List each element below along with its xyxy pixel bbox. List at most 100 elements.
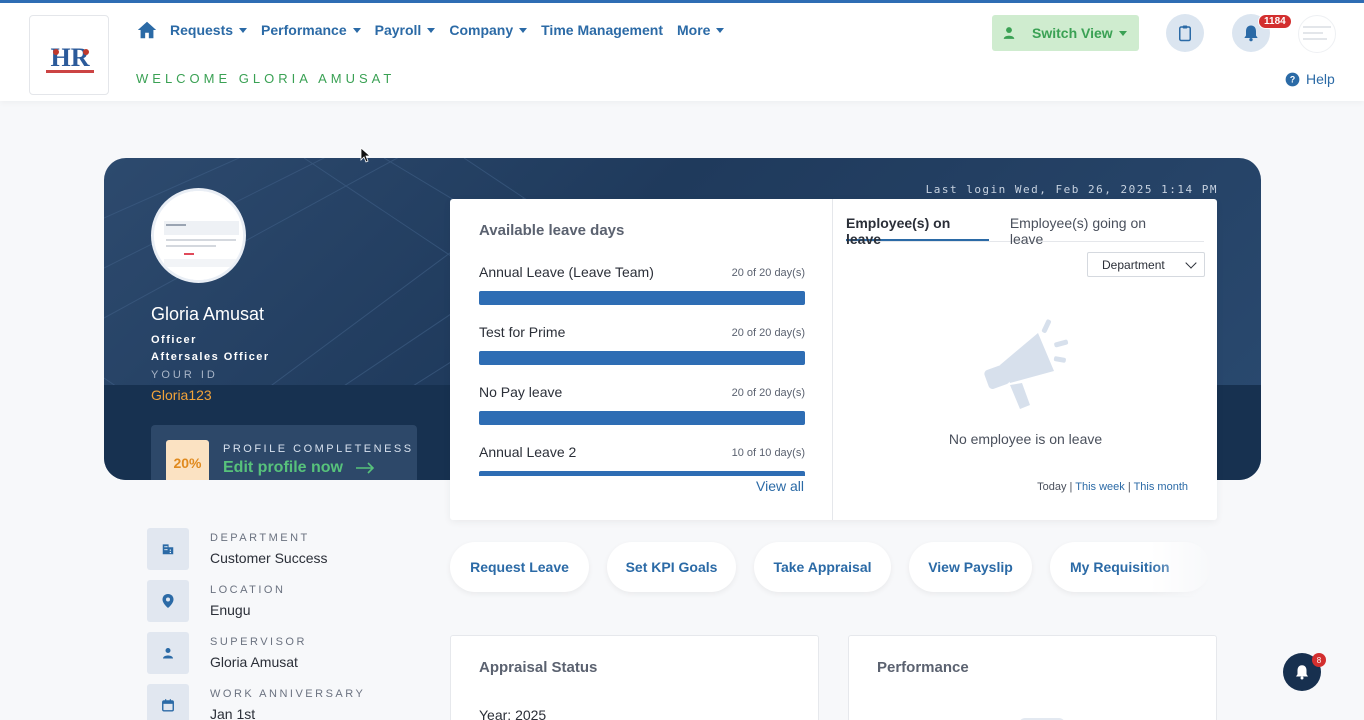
help-icon: ? (1285, 72, 1300, 86)
department-filter-select[interactable]: Department (1087, 252, 1205, 277)
leave-item: Annual Leave 2 10 of 10 day(s) (479, 444, 805, 476)
mouse-cursor-icon (360, 147, 372, 163)
help-link[interactable]: ? Help (1285, 71, 1335, 87)
employees-on-leave-panel: Employee(s) on leave Employee(s) going o… (834, 199, 1217, 520)
leave-count: 20 of 20 day(s) (731, 327, 805, 339)
profile-completeness-percent: 20% (166, 440, 209, 480)
nav-company[interactable]: Company (449, 22, 528, 38)
leave-progress-fill (479, 291, 805, 305)
leave-overview-card: Available leave days Annual Leave (Leave… (450, 199, 1217, 520)
leave-progress-bar (479, 351, 805, 365)
arrow-right-icon (356, 462, 375, 474)
home-icon[interactable] (136, 19, 158, 41)
leave-tabs: Employee(s) on leave Employee(s) going o… (846, 215, 1204, 247)
switch-view-button[interactable]: Switch View (992, 15, 1139, 51)
leave-name: Annual Leave (Leave Team) (479, 264, 654, 280)
period-this-week[interactable]: This week (1075, 481, 1125, 493)
leave-progress-bar (479, 411, 805, 425)
leave-list[interactable]: Annual Leave (Leave Team) 20 of 20 day(s… (479, 264, 805, 476)
tab-employees-on-leave[interactable]: Employee(s) on leave (846, 215, 989, 247)
leave-item: Test for Prime 20 of 20 day(s) (479, 324, 805, 384)
calendar-icon (147, 684, 189, 720)
tab-employees-going-on-leave[interactable]: Employee(s) going on leave (1010, 215, 1183, 247)
info-work-anniversary: WORK ANNIVERSARY Jan 1st (147, 684, 407, 720)
company-logo[interactable]: HR (29, 15, 109, 95)
employee-role: Officer (151, 334, 197, 346)
employee-title: Aftersales Officer (151, 351, 270, 363)
welcome-text: WELCOME GLORIA AMUSAT (136, 71, 396, 86)
appraisal-status-card: Appraisal Status Year: 2025 (450, 635, 819, 720)
logo-text: HR (51, 43, 90, 72)
appraisal-year: Year: 2025 (479, 707, 547, 720)
chevron-down-icon (519, 27, 528, 33)
bell-icon (1244, 25, 1258, 42)
edit-profile-link[interactable]: Edit profile now (223, 459, 375, 477)
available-leave-panel: Available leave days Annual Leave (Leave… (450, 199, 833, 520)
leave-progress-fill (479, 351, 805, 365)
nav-requests[interactable]: Requests (170, 22, 248, 38)
view-all-leave-link[interactable]: View all (756, 478, 804, 494)
employee-name: Gloria Amusat (151, 304, 265, 324)
info-location: LOCATION Enugu (147, 580, 407, 632)
profile-avatar[interactable] (151, 188, 246, 283)
nav-more[interactable]: More (677, 22, 725, 38)
person-icon (147, 632, 189, 674)
chevron-down-icon (239, 27, 248, 33)
employee-info-list: DEPARTMENT Customer Success LOCATION Enu… (147, 528, 407, 720)
profile-completeness-label: PROFILE COMPLETENESS (223, 443, 414, 455)
period-today[interactable]: Today (1037, 481, 1066, 493)
chevron-down-icon (1118, 30, 1127, 36)
clipboard-icon (1179, 25, 1191, 42)
leave-name: Test for Prime (479, 324, 566, 340)
take-appraisal-button[interactable]: Take Appraisal (754, 542, 891, 592)
performance-card: Performance (848, 635, 1217, 720)
top-bar: HR Requests Performance Payroll Company … (0, 0, 1364, 101)
megaphone-icon (984, 319, 1069, 409)
id-label: YOUR ID (151, 369, 218, 381)
leave-count: 10 of 10 day(s) (731, 447, 805, 459)
svg-text:?: ? (1290, 74, 1295, 84)
available-leave-title: Available leave days (479, 222, 625, 239)
info-supervisor: SUPERVISOR Gloria Amusat (147, 632, 407, 684)
leave-progress-fill (479, 411, 805, 425)
employee-id: Gloria123 (151, 387, 212, 403)
performance-illustration (1020, 718, 1064, 720)
leave-progress-bar (479, 471, 805, 476)
chevron-down-icon (1185, 257, 1197, 269)
chevron-down-icon (716, 27, 725, 33)
no-employee-message: No employee is on leave (948, 431, 1103, 447)
info-department: DEPARTMENT Customer Success (147, 528, 407, 580)
chevron-down-icon (352, 27, 361, 33)
view-payslip-button[interactable]: View Payslip (909, 542, 1032, 592)
leave-name: No Pay leave (479, 384, 563, 400)
switch-view-label: Switch View (1032, 25, 1113, 41)
notification-badge: 1184 (1258, 14, 1292, 29)
period-this-month[interactable]: This month (1134, 481, 1188, 493)
leave-progress-fill (479, 471, 805, 476)
last-login-text: Last login Wed, Feb 26, 2025 1:14 PM (925, 183, 1218, 196)
nav-performance[interactable]: Performance (261, 22, 361, 38)
appraisal-status-title: Appraisal Status (479, 659, 598, 676)
main-nav: Requests Performance Payroll Company Tim… (136, 19, 738, 41)
clipboard-button[interactable] (1166, 14, 1204, 52)
chevron-down-icon (427, 27, 436, 33)
leave-item: No Pay leave 20 of 20 day(s) (479, 384, 805, 444)
user-avatar[interactable] (1298, 15, 1336, 53)
building-icon (147, 528, 189, 570)
request-leave-button[interactable]: Request Leave (450, 542, 589, 592)
leave-count: 20 of 20 day(s) (731, 387, 805, 399)
leave-item: Annual Leave (Leave Team) 20 of 20 day(s… (479, 264, 805, 324)
person-icon (1003, 27, 1015, 39)
leave-progress-bar (479, 291, 805, 305)
scroll-fade-overlay (1150, 540, 1240, 596)
nav-time-management[interactable]: Time Management (541, 22, 663, 38)
location-pin-icon (147, 580, 189, 622)
performance-title: Performance (877, 659, 969, 676)
floating-notification-badge: 8 (1312, 653, 1326, 667)
leave-count: 20 of 20 day(s) (731, 267, 805, 279)
bell-icon (1296, 665, 1308, 680)
leave-name: Annual Leave 2 (479, 444, 577, 460)
nav-payroll[interactable]: Payroll (375, 22, 436, 38)
profile-completeness-card[interactable]: 20% PROFILE COMPLETENESS Edit profile no… (151, 425, 417, 480)
set-kpi-goals-button[interactable]: Set KPI Goals (607, 542, 736, 592)
